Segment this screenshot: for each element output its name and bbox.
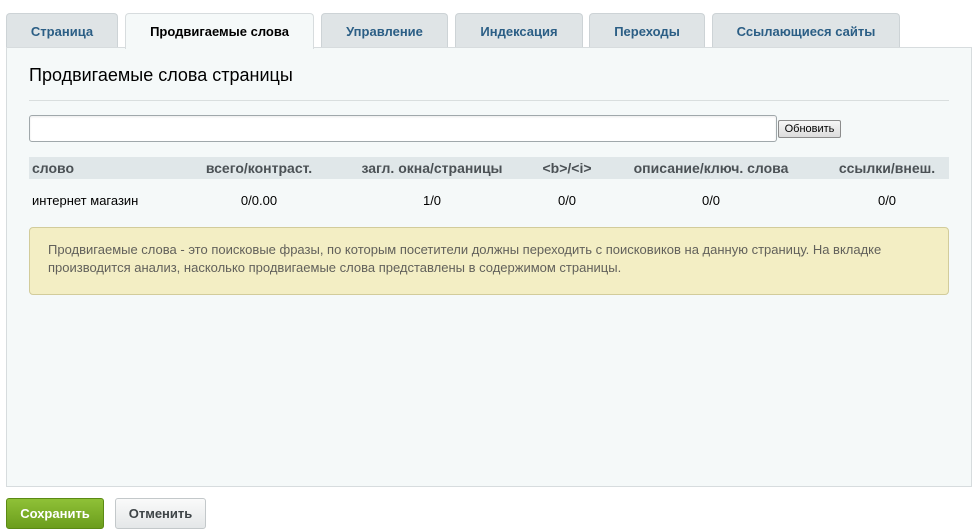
cell-bold-italic: 0/0	[557, 193, 577, 208]
column-header-word: слово	[32, 160, 75, 176]
tab-promoted-words[interactable]: Продвигаемые слова	[125, 13, 314, 49]
page-title: Продвигаемые слова страницы	[29, 65, 293, 85]
table-header: слово всего/контраст. загл. окна/страниц…	[29, 157, 949, 179]
info-note: Продвигаемые слова - это поисковые фразы…	[29, 227, 949, 295]
save-button[interactable]: Сохранить	[6, 498, 104, 529]
tab-management[interactable]: Управление	[321, 13, 448, 48]
cell-title-page: 1/0	[422, 193, 442, 208]
cell-total-contrast: 0/0.00	[240, 193, 278, 208]
tab-indexing[interactable]: Индексация	[455, 13, 583, 48]
column-header-bold-italic: <b>/<i>	[542, 160, 592, 176]
title-divider	[29, 100, 949, 101]
cancel-button[interactable]: Отменить	[115, 498, 206, 529]
column-header-description-keywords: описание/ключ. слова	[633, 160, 789, 176]
column-header-title-page: загл. окна/страницы	[361, 160, 503, 176]
tab-referring-sites[interactable]: Ссылающиеся сайты	[712, 13, 900, 48]
cell-word: интернет магазин	[32, 193, 139, 208]
cell-links-external: 0/0	[877, 193, 897, 208]
tab-panel: Продвигаемые слова страницы Обновить сло…	[6, 47, 972, 487]
tab-page[interactable]: Страница	[6, 13, 118, 48]
table-row: интернет магазин 0/0.00 1/0 0/0 0/0 0/0	[29, 190, 949, 212]
keywords-input[interactable]	[29, 115, 777, 142]
cell-description-keywords: 0/0	[701, 193, 721, 208]
refresh-button[interactable]: Обновить	[778, 120, 841, 138]
column-header-total-contrast: всего/контраст.	[205, 160, 313, 176]
column-header-links-external: ссылки/внеш.	[838, 160, 936, 176]
tab-transitions[interactable]: Переходы	[589, 13, 705, 48]
